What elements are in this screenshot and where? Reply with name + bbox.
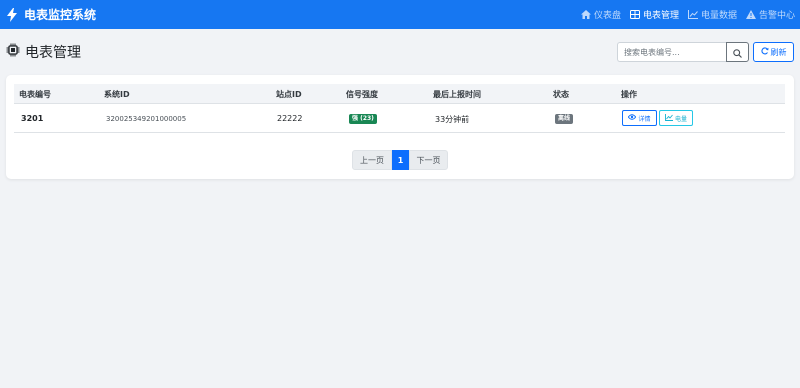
lightning-icon — [6, 7, 18, 22]
pagination: 上一页 1 下一页 — [352, 150, 448, 170]
column-header-station-id: 站点ID — [276, 90, 302, 99]
table-icon — [629, 10, 640, 19]
page-header: 电表管理 刷新 — [6, 40, 794, 64]
top-navbar: 电表监控系统 仪表盘 电表管理 电量数据 告警中心 — [0, 0, 800, 29]
next-page-button[interactable]: 下一页 — [409, 150, 448, 170]
page-title: 电表管理 — [6, 42, 81, 62]
app-brand[interactable]: 电表监控系统 — [6, 6, 96, 23]
page-1-button[interactable]: 1 — [392, 150, 409, 170]
nav-item-meters[interactable]: 电表管理 — [629, 8, 679, 21]
column-header-meter-no: 电表编号 — [19, 90, 51, 99]
detail-button[interactable]: 详情 — [622, 110, 657, 126]
system-id-cell: 320025349201000005 — [106, 115, 187, 123]
search-group — [617, 42, 749, 62]
power-data-label: 电量 — [674, 115, 687, 123]
refresh-icon — [760, 47, 769, 57]
eye-icon — [628, 114, 637, 122]
signal-badge: 强 (23) — [349, 114, 377, 124]
nav-item-label: 电表管理 — [642, 11, 679, 21]
refresh-button[interactable]: 刷新 — [753, 42, 794, 62]
chart-line-icon — [687, 10, 698, 19]
search-button[interactable] — [726, 42, 749, 62]
nav-item-label: 仪表盘 — [593, 11, 621, 21]
chart-line-icon — [665, 113, 673, 123]
nav-item-power-data[interactable]: 电量数据 — [687, 8, 737, 21]
refresh-label: 刷新 — [770, 47, 787, 57]
power-data-button[interactable]: 电量 — [659, 110, 693, 126]
search-input[interactable] — [617, 42, 726, 62]
status-badge: 离线 — [555, 114, 574, 124]
table-row: 3201 320025349201000005 22222 强 (23) 33分… — [14, 104, 785, 133]
nav-item-alerts[interactable]: 告警中心 — [745, 8, 795, 21]
column-header-status: 状态 — [553, 90, 569, 99]
meter-chip-icon — [6, 43, 20, 61]
meter-no-cell: 3201 — [21, 114, 44, 123]
column-header-signal: 信号强度 — [346, 90, 378, 99]
meter-table-card: 电表编号 系统ID 站点ID 信号强度 最后上报时间 状态 操作 3201 32… — [6, 75, 794, 179]
detail-label: 详情 — [638, 115, 651, 123]
home-icon — [580, 10, 591, 19]
last-report-cell: 33分钟前 — [435, 115, 470, 124]
nav-item-dashboard[interactable]: 仪表盘 — [580, 8, 621, 21]
search-icon — [733, 43, 742, 62]
page-title-text: 电表管理 — [25, 45, 81, 61]
app-title: 电表监控系统 — [24, 8, 97, 22]
column-header-actions: 操作 — [621, 90, 637, 99]
warning-icon — [745, 10, 756, 19]
nav-item-label: 电量数据 — [700, 11, 737, 21]
prev-page-button[interactable]: 上一页 — [352, 150, 392, 170]
column-header-system-id: 系统ID — [104, 90, 130, 99]
table-header: 电表编号 系统ID 站点ID 信号强度 最后上报时间 状态 操作 — [14, 84, 785, 104]
column-header-last-report: 最后上报时间 — [433, 90, 481, 99]
main-nav: 仪表盘 电表管理 电量数据 告警中心 — [580, 8, 795, 21]
station-id-cell: 22222 — [277, 114, 303, 123]
nav-item-label: 告警中心 — [758, 11, 795, 21]
